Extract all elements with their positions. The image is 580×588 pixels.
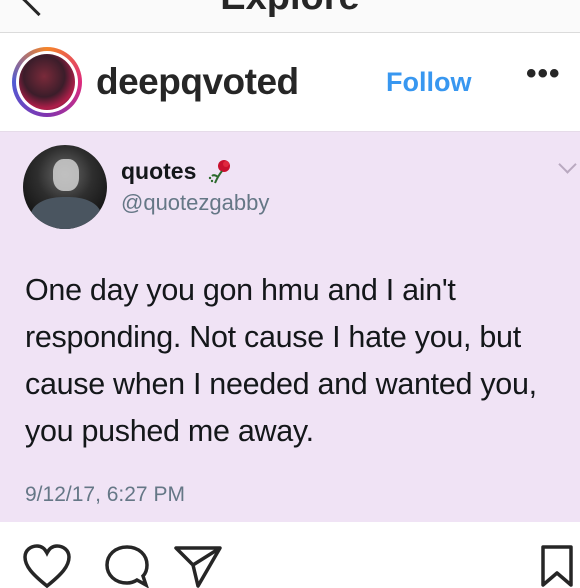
rose-icon <box>208 160 230 184</box>
post-image[interactable]: quotes @quotezgabby One day you gon hmu … <box>0 131 580 522</box>
post-action-bar <box>0 522 580 588</box>
tweet-timestamp: 9/12/17, 6:27 PM <box>25 483 185 506</box>
heart-icon[interactable] <box>22 544 72 588</box>
more-options-icon[interactable]: ••• <box>526 57 561 91</box>
post-username[interactable]: deepqvoted <box>96 61 299 103</box>
tweet-text: One day you gon hmu and I ain't respondi… <box>25 273 537 448</box>
chevron-down-icon <box>558 155 577 174</box>
comment-icon[interactable] <box>103 544 151 588</box>
tweet-handle: @quotezgabby <box>121 190 270 215</box>
avatar-hand <box>53 159 79 191</box>
tweet-avatar <box>23 145 107 229</box>
page-title: Explore <box>0 0 580 19</box>
share-icon[interactable] <box>172 544 224 588</box>
tweet-display-name: quotes <box>121 158 197 184</box>
bookmark-icon[interactable] <box>540 544 574 588</box>
top-nav-bar: Explore <box>0 0 580 33</box>
follow-button[interactable]: Follow <box>386 67 471 98</box>
post-header: deepqvoted Follow ••• <box>0 33 580 129</box>
avatar-photo <box>19 54 75 110</box>
avatar-jacket <box>31 197 101 229</box>
avatar-inner <box>16 51 78 113</box>
avatar[interactable] <box>12 47 82 117</box>
